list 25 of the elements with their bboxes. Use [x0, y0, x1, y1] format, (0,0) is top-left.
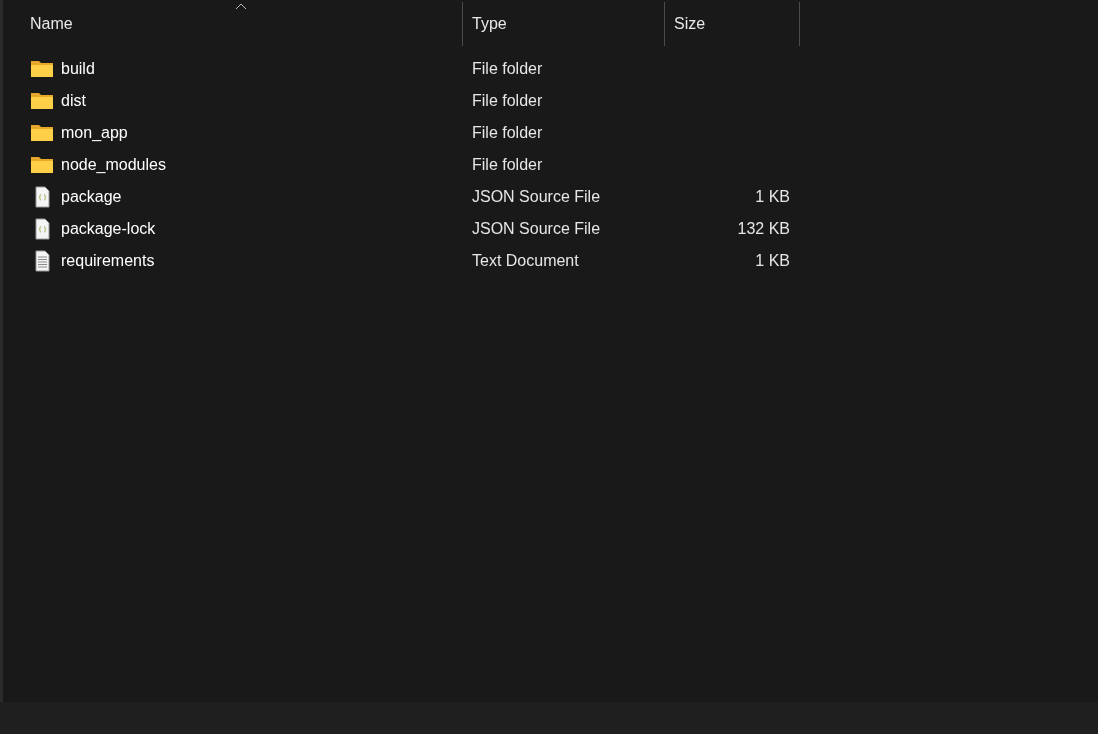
file-name[interactable]: package-lock	[61, 220, 156, 238]
file-name[interactable]: dist	[61, 92, 86, 110]
file-size: 1 KB	[755, 188, 790, 205]
file-type: JSON Source File	[472, 220, 601, 237]
file-type: File folder	[472, 92, 543, 109]
file-type: File folder	[472, 124, 543, 141]
folder-icon	[30, 58, 54, 80]
file-size: 132 KB	[737, 220, 790, 237]
file-type: File folder	[472, 60, 543, 77]
file-name[interactable]: mon_app	[61, 124, 128, 142]
folder-icon	[30, 122, 54, 144]
file-name[interactable]: requirements	[61, 252, 155, 270]
column-header[interactable]: Type	[463, 2, 665, 46]
file-type: JSON Source File	[472, 188, 601, 205]
column-header[interactable]: Size	[665, 2, 800, 46]
folder-icon	[30, 154, 54, 176]
file-type: File folder	[472, 156, 543, 173]
file-name[interactable]: package	[61, 188, 122, 206]
file-size: 1 KB	[755, 252, 790, 269]
sort-ascending-icon	[234, 2, 247, 10]
file-name[interactable]: node_modules	[61, 156, 166, 174]
file-type: Text Document	[472, 252, 579, 269]
column-header[interactable]: Name	[3, 2, 463, 46]
folder-icon	[30, 90, 54, 112]
file-name[interactable]: build	[61, 60, 95, 78]
